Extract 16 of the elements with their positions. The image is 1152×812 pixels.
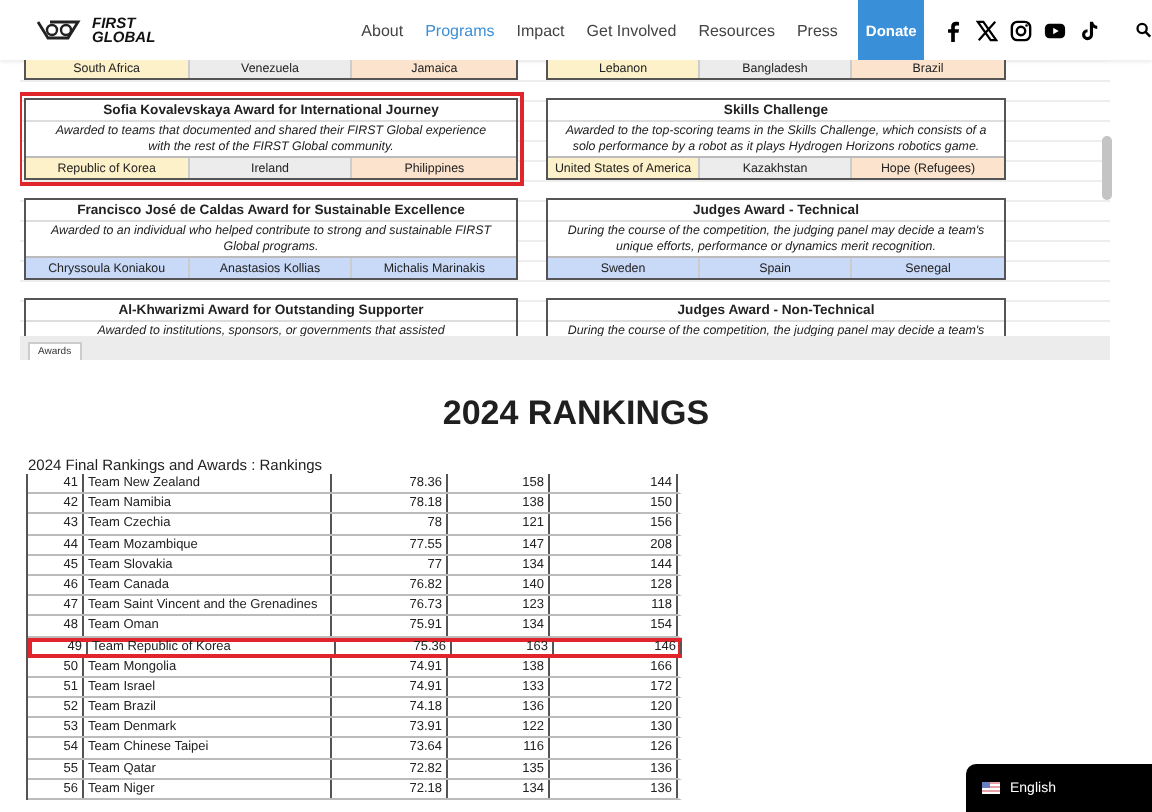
search-icon[interactable] xyxy=(1136,22,1152,38)
nav-link[interactable]: Press xyxy=(796,21,838,39)
youtube-icon[interactable] xyxy=(1044,19,1067,41)
logo-icon[interactable] xyxy=(34,16,86,44)
instagram-icon[interactable] xyxy=(1010,19,1033,41)
facebook-icon[interactable] xyxy=(942,19,965,41)
flag-icon xyxy=(982,782,1000,794)
nav-link[interactable]: Resources xyxy=(698,21,775,39)
nav-link[interactable]: About xyxy=(361,21,404,39)
scrollbar[interactable] xyxy=(1102,136,1112,200)
nav-link[interactable]: Programs xyxy=(425,21,495,39)
section-heading: 2024 RANKINGS xyxy=(440,394,712,434)
tiktok-icon[interactable] xyxy=(1078,19,1101,41)
nav-link[interactable]: Impact xyxy=(516,21,565,39)
x-icon[interactable] xyxy=(976,19,999,41)
nav-link[interactable]: Get Involved xyxy=(586,21,677,39)
